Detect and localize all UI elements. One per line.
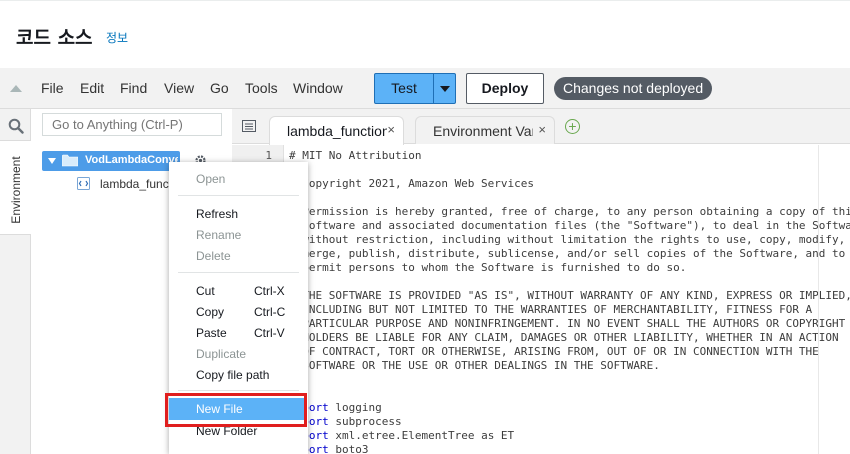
annotation-highlight-box	[165, 393, 307, 427]
shortcut-label: Ctrl-V	[254, 326, 285, 340]
code-line[interactable]: # Copyright 2021, Amazon Web Services	[289, 177, 534, 190]
code-line[interactable]: import xml.etree.ElementTree as ET	[289, 429, 514, 442]
folder-icon	[62, 154, 78, 167]
menu-window[interactable]: Window	[293, 80, 343, 96]
menu-item-paste[interactable]: Paste	[196, 326, 227, 340]
search-icon[interactable]	[8, 118, 24, 134]
close-icon[interactable]: ×	[387, 122, 395, 137]
folder-name[interactable]: VodLambdaConvert	[85, 154, 178, 166]
code-line[interactable]: # PARTICULAR PURPOSE AND NONINFRINGEMENT…	[289, 317, 845, 330]
menu-divider	[178, 195, 299, 196]
menu-item-duplicate[interactable]: Duplicate	[196, 347, 246, 361]
shortcut-label: Ctrl-X	[254, 284, 285, 298]
code-line[interactable]: # SOFTWARE OR THE USE OR OTHER DEALINGS …	[289, 359, 660, 372]
test-dropdown-button[interactable]	[433, 74, 455, 103]
code-line[interactable]: # THE SOFTWARE IS PROVIDED "AS IS", WITH…	[289, 289, 850, 302]
code-line[interactable]: # MIT No Attribution	[289, 149, 421, 162]
code-line[interactable]: # Permission is hereby granted, free of …	[289, 205, 850, 218]
code-line[interactable]: # OF CONTRACT, TORT OR OTHERWISE, ARISIN…	[289, 345, 819, 358]
deploy-button[interactable]: Deploy	[466, 73, 544, 104]
menu-divider	[178, 390, 299, 391]
menu-item-delete[interactable]: Delete	[196, 249, 231, 263]
menu-item-open[interactable]: Open	[196, 172, 225, 186]
menu-edit[interactable]: Edit	[80, 80, 104, 96]
tab-environment-variables[interactable]: Environment Vari ×	[415, 116, 555, 144]
menu-view[interactable]: View	[164, 80, 194, 96]
lambda-console: 코드 소스 정보 File Edit Find View Go Tools Wi…	[0, 0, 850, 454]
code-line[interactable]: # merge, publish, distribute, sublicense…	[289, 247, 845, 260]
tab-label[interactable]: Environment Vari	[433, 123, 533, 139]
code-line[interactable]: # without restriction, including without…	[289, 233, 845, 246]
code-line[interactable]: # permit persons to whom the Software is…	[289, 261, 686, 274]
code-line[interactable]: # INCLUDING BUT NOT LIMITED TO THE WARRA…	[289, 303, 812, 316]
menu-tools[interactable]: Tools	[245, 80, 278, 96]
info-link[interactable]: 정보	[106, 29, 128, 46]
page-title: 코드 소스	[16, 27, 93, 49]
shortcut-label: Ctrl-C	[254, 305, 286, 319]
ide-menubar: File Edit Find View Go Tools Window Test…	[0, 68, 850, 109]
menu-item-refresh[interactable]: Refresh	[196, 207, 238, 221]
test-button-label[interactable]: Test	[375, 74, 433, 103]
editor-vertical-scrollbar[interactable]	[818, 145, 819, 454]
expand-triangle-icon[interactable]	[48, 158, 56, 164]
tab-list-icon[interactable]	[242, 120, 256, 132]
tab-lambda-function[interactable]: lambda_function ×	[269, 116, 404, 145]
python-file-icon	[77, 177, 90, 190]
goto-anything-input[interactable]	[42, 113, 222, 136]
tree-folder-item[interactable]: VodLambdaConvert	[42, 151, 180, 171]
code-line[interactable]: # software and associated documentation …	[289, 219, 850, 232]
menu-divider	[178, 272, 299, 273]
add-tab-icon[interactable]: +	[565, 119, 580, 134]
menu-file[interactable]: File	[41, 80, 64, 96]
caret-down-icon	[440, 86, 450, 92]
menu-item-cut[interactable]: Cut	[196, 284, 215, 298]
status-badge: Changes not deployed	[554, 77, 713, 100]
line-number: 1	[265, 149, 272, 162]
file-name[interactable]: lambda_function.py	[100, 177, 170, 191]
environment-tab-label[interactable]: Environment	[9, 146, 23, 234]
tab-label[interactable]: lambda_function	[287, 123, 387, 139]
menu-item-copy[interactable]: Copy	[196, 305, 224, 319]
menu-item-copy-file-path[interactable]: Copy file path	[196, 368, 269, 382]
page-header: 코드 소스 정보	[0, 0, 850, 68]
close-icon[interactable]: ×	[538, 122, 546, 137]
menu-go[interactable]: Go	[210, 80, 229, 96]
test-button[interactable]: Test	[374, 73, 456, 104]
collapse-up-icon[interactable]	[10, 85, 22, 92]
code-line[interactable]: # HOLDERS BE LIABLE FOR ANY CLAIM, DAMAG…	[289, 331, 839, 344]
menu-item-rename[interactable]: Rename	[196, 228, 241, 242]
menu-find[interactable]: Find	[120, 80, 147, 96]
